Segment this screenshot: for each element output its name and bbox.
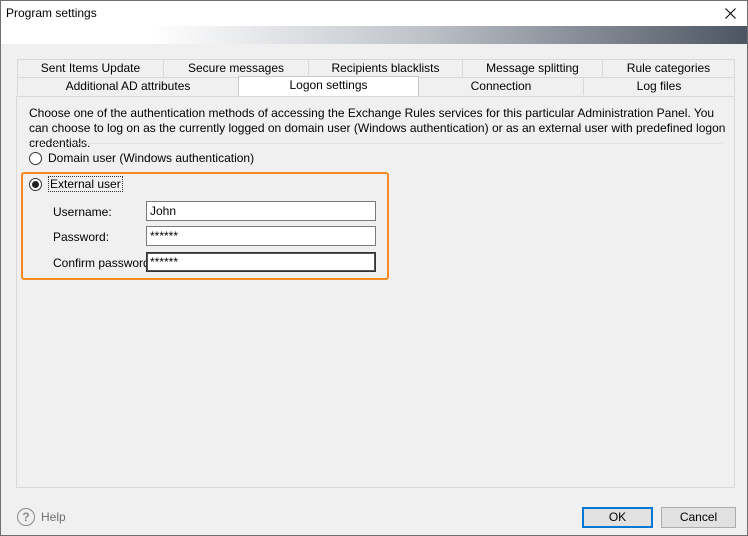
domain-user-option[interactable]: Domain user (Windows authentication): [29, 151, 254, 165]
header-banner: [1, 26, 747, 44]
radio-selected-dot: [32, 180, 39, 188]
description-text: Choose one of the authentication methods…: [29, 106, 726, 150]
tab-connection[interactable]: Connection: [418, 77, 584, 95]
help-label: Help: [41, 510, 66, 524]
separator: [29, 143, 722, 144]
title-bar: Program settings: [1, 1, 747, 26]
external-user-option[interactable]: External user: [29, 176, 123, 192]
domain-user-label: Domain user (Windows authentication): [48, 151, 255, 165]
help-icon: ?: [17, 508, 35, 526]
close-button[interactable]: [713, 1, 747, 26]
help-link[interactable]: ? Help: [17, 508, 66, 526]
password-input[interactable]: [146, 226, 376, 246]
cancel-button[interactable]: Cancel: [661, 507, 736, 528]
tab-log-files[interactable]: Log files: [583, 77, 735, 95]
tab-recipients-blacklists[interactable]: Recipients blacklists: [308, 59, 463, 77]
external-user-label: External user: [48, 176, 123, 192]
username-input[interactable]: [146, 201, 376, 221]
program-settings-window: Program settings Sent Items Update Secur…: [0, 0, 748, 536]
close-icon: [724, 8, 736, 19]
external-user-radio[interactable]: [29, 177, 42, 191]
window-title: Program settings: [6, 6, 97, 20]
logon-settings-panel: Choose one of the authentication methods…: [16, 96, 735, 488]
ok-button[interactable]: OK: [582, 507, 653, 528]
domain-user-radio[interactable]: [29, 151, 42, 165]
tab-message-splitting[interactable]: Message splitting: [462, 59, 603, 77]
username-label: Username:: [53, 205, 112, 219]
tab-additional-ad-attributes[interactable]: Additional AD attributes: [17, 77, 239, 95]
password-label: Password:: [53, 230, 110, 244]
confirm-password-input[interactable]: [146, 252, 376, 272]
confirm-password-label: Confirm password:: [53, 256, 154, 270]
tab-sent-items-update[interactable]: Sent Items Update: [17, 59, 164, 77]
tab-logon-settings[interactable]: Logon settings: [238, 76, 419, 96]
tab-secure-messages[interactable]: Secure messages: [163, 59, 309, 77]
tab-rule-categories[interactable]: Rule categories: [602, 59, 735, 77]
